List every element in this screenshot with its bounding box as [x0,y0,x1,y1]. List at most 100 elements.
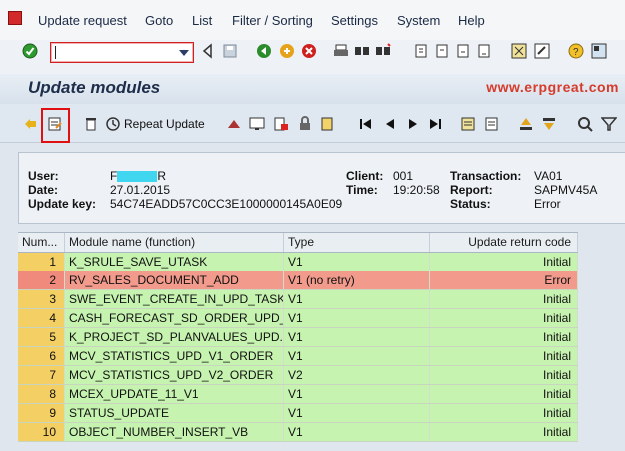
previous-page-icon[interactable] [434,43,450,59]
find-icon[interactable] [354,43,370,59]
row-module: OBJECT_NUMBER_INSERT_VB [65,423,284,441]
first-page-icon[interactable] [413,43,429,59]
table-row[interactable]: 8 MCEX_UPDATE_11_V1 V1 Initial [18,385,578,404]
report-label: Report: [450,183,493,197]
table-row[interactable]: 2 RV_SALES_DOCUMENT_ADD V1 (no retry) Er… [18,271,578,290]
row-num: 7 [18,366,65,384]
menu-system[interactable]: System [397,13,440,28]
table-row[interactable]: 9 STATUS_UPDATE V1 Initial [18,404,578,423]
application-toolbar: Repeat Update [0,104,625,143]
row-type: V1 [284,328,430,346]
status-value: Error [534,197,561,211]
create-session-icon[interactable] [511,43,527,59]
navigate-back-icon[interactable] [22,116,38,132]
menu-goto[interactable]: Goto [145,13,173,28]
update-key-value: 54C74EADD57C0CC3E1000000145A0E09 [110,197,343,211]
title-bar: Update modules www.erpgreat.com [0,74,625,105]
transaction-label: Transaction: [450,169,522,183]
date-value: 27.01.2015 [110,183,171,197]
time-label: Time: [346,183,378,197]
previous-entry-icon[interactable] [382,116,398,132]
row-num: 6 [18,347,65,365]
debug-icon[interactable] [226,116,242,132]
transaction-value: VA01 [534,169,563,183]
table-row[interactable]: 7 MCV_STATISTICS_UPD_V2_ORDER V2 Initial [18,366,578,385]
help-icon[interactable]: ? [568,43,584,59]
table-row[interactable]: 10 OBJECT_NUMBER_INSERT_VB V1 Initial [18,423,578,442]
row-module: RV_SALES_DOCUMENT_ADD [65,271,284,289]
repeat-update-icon[interactable] [105,116,121,132]
document-list-icon[interactable] [484,116,500,132]
menu-list[interactable]: List [192,13,212,28]
row-num: 4 [18,309,65,327]
row-type: V1 [284,309,430,327]
find-next-icon[interactable] [375,43,391,59]
column-header-type[interactable]: Type [284,233,430,252]
menu-help[interactable]: Help [458,13,485,28]
row-type: V1 [284,385,430,403]
row-num: 2 [18,271,65,289]
command-field[interactable] [50,42,194,63]
table-row[interactable]: 1 K_SRULE_SAVE_UTASK V1 Initial [18,253,578,272]
exit-icon[interactable] [279,43,295,59]
menu-settings[interactable]: Settings [331,13,378,28]
row-return-code: Error [430,271,578,289]
search-icon[interactable] [577,116,593,132]
svg-text:?: ? [573,47,579,58]
next-entry-icon[interactable] [405,116,421,132]
print-icon[interactable] [333,43,349,59]
client-label: Client: [346,169,384,183]
next-page-icon[interactable] [455,43,471,59]
table-header: Num... Module name (function) Type Updat… [18,233,578,253]
flag-icon[interactable] [273,116,289,132]
first-entry-icon[interactable] [358,116,374,132]
chevron-down-icon[interactable] [179,50,189,56]
row-module: MCV_STATISTICS_UPD_V2_ORDER [65,366,284,384]
update-key-label: Update key: [28,197,97,211]
last-page-icon[interactable] [476,43,492,59]
row-type: V2 [284,366,430,384]
page-title: Update modules [28,78,161,97]
row-return-code: Initial [430,404,578,422]
row-return-code: Initial [430,253,578,271]
last-entry-icon[interactable] [427,116,443,132]
user-value: FR [110,169,167,183]
table-row[interactable]: 3 SWE_EVENT_CREATE_IN_UPD_TASK V1 Initia… [18,290,578,309]
row-type: V1 [284,404,430,422]
save-icon[interactable] [222,43,238,59]
filter-icon[interactable] [601,116,617,132]
unlock-icon[interactable] [320,116,336,132]
menu-filter-sorting[interactable]: Filter / Sorting [232,13,313,28]
enter-check-icon[interactable] [22,43,38,59]
column-header-module[interactable]: Module name (function) [65,233,284,252]
details-list-icon[interactable] [460,116,476,132]
table-row[interactable]: 5 K_PROJECT_SD_PLANVALUES_UPD... V1 Init… [18,328,578,347]
triangle-left-icon[interactable] [200,43,216,59]
monitor-icon[interactable] [249,116,265,132]
date-label: Date: [28,183,59,197]
sort-ascending-icon[interactable] [518,116,534,132]
table-row[interactable]: 4 CASH_FORECAST_SD_ORDER_UPD_3 V1 Initia… [18,309,578,328]
row-num: 3 [18,290,65,308]
row-module: CASH_FORECAST_SD_ORDER_UPD_3 [65,309,284,327]
shortcut-icon[interactable] [534,43,550,59]
time-value: 19:20:58 [393,183,440,197]
update-modules-table: Num... Module name (function) Type Updat… [18,232,578,442]
row-type: V1 (no retry) [284,271,430,289]
menu-bar: Update request Goto List Filter / Sortin… [0,0,625,41]
layout-settings-icon[interactable] [591,43,607,59]
sort-descending-icon[interactable] [541,116,557,132]
column-header-num[interactable]: Num... [18,233,65,252]
row-num: 9 [18,404,65,422]
repeat-update-button[interactable]: Repeat Update [124,117,205,131]
table-row[interactable]: 6 MCV_STATISTICS_UPD_V1_ORDER V1 Initial [18,347,578,366]
delete-icon[interactable] [83,116,99,132]
back-icon[interactable] [256,43,272,59]
client-value: 001 [393,169,414,183]
menu-update-request[interactable]: Update request [38,13,127,28]
sap-window-icon[interactable] [8,11,22,25]
column-header-return-code[interactable]: Update return code [430,233,578,252]
lock-icon[interactable] [297,116,313,132]
cancel-icon[interactable] [301,43,317,59]
text-cursor [55,46,56,59]
